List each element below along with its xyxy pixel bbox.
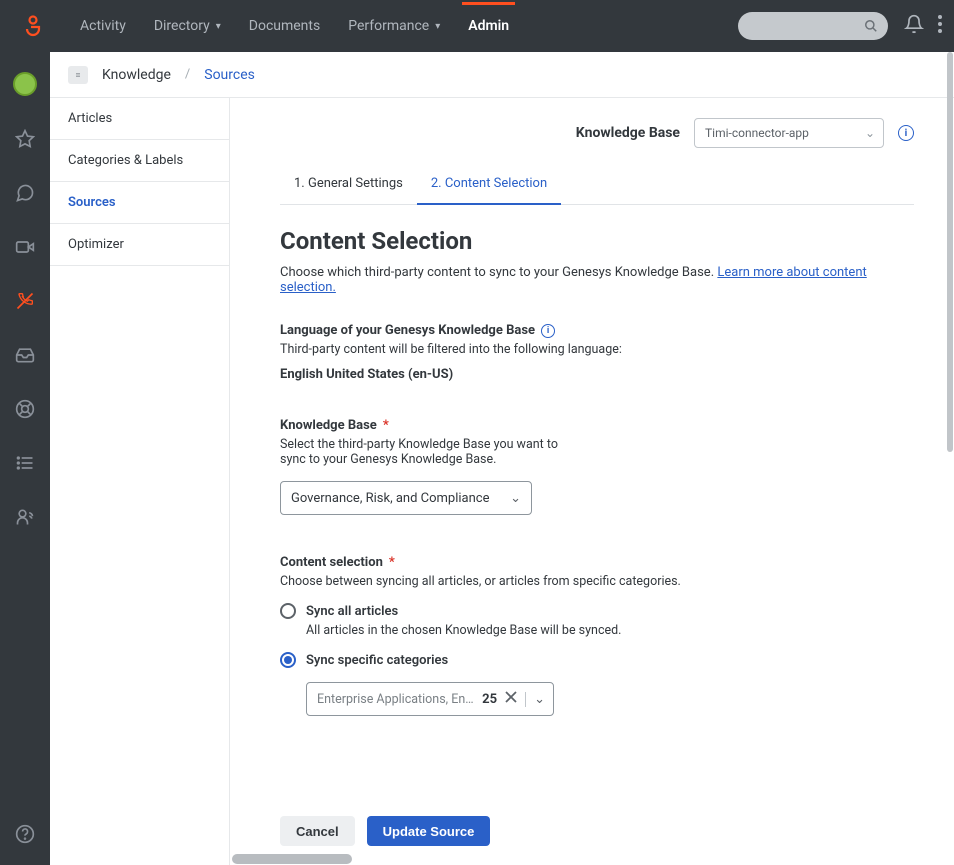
kb-third-party-value: Governance, Risk, and Compliance [291, 491, 490, 506]
page-subtitle: Choose which third-party content to sync… [280, 265, 914, 295]
chevron-down-icon: ⌄ [865, 126, 875, 140]
inbox-icon[interactable] [14, 344, 36, 366]
breadcrumb-current[interactable]: Sources [204, 67, 255, 83]
categories-count: 25 [482, 692, 497, 707]
content-selection-help: Choose between syncing all articles, or … [280, 574, 914, 589]
support-icon[interactable] [14, 398, 36, 420]
content-body: Knowledge Base Timi-connector-app ⌄ i 1.… [230, 98, 954, 865]
menu-toggle-icon[interactable] [68, 66, 88, 84]
nav-admin[interactable]: Admin [454, 2, 523, 50]
wizard-tabs: 1. General Settings 2. Content Selection [280, 166, 914, 205]
radio-icon [280, 603, 296, 619]
radio-sync-all-help: All articles in the chosen Knowledge Bas… [306, 623, 914, 638]
kb-selector-dropdown[interactable]: Timi-connector-app ⌄ [694, 118, 884, 148]
subnav-optimizer[interactable]: Optimizer [50, 224, 229, 266]
kb-selector-value: Timi-connector-app [705, 126, 809, 140]
users-icon[interactable] [14, 506, 36, 528]
top-nav: Activity Directory▾ Documents Performanc… [0, 0, 954, 52]
breadcrumb-root[interactable]: Knowledge [102, 67, 171, 83]
brand-logo-icon[interactable] [20, 13, 46, 39]
subnav-sources[interactable]: Sources [50, 182, 229, 224]
chevron-down-icon: ⌄ [510, 491, 521, 506]
chevron-down-icon: ▾ [216, 21, 221, 32]
categories-value: Enterprise Applications, Enterpris… [317, 692, 476, 707]
kb-selector-label: Knowledge Base [576, 125, 680, 141]
kb-field-help2: sync to your Genesys Knowledge Base. [280, 452, 914, 467]
nav-performance[interactable]: Performance▾ [334, 2, 454, 50]
clear-icon[interactable] [503, 691, 519, 707]
info-icon[interactable]: i [898, 125, 914, 141]
tab-general-settings[interactable]: 1. General Settings [280, 166, 417, 204]
horizontal-scrollbar[interactable] [232, 851, 954, 865]
nav-activity[interactable]: Activity [66, 2, 140, 50]
notifications-icon[interactable] [904, 14, 924, 38]
kb-third-party-dropdown[interactable]: Governance, Risk, and Compliance ⌄ [280, 481, 532, 515]
language-value: English United States (en-US) [280, 367, 914, 382]
breadcrumb: Knowledge / Sources [50, 52, 954, 98]
search-input[interactable] [738, 12, 888, 40]
main-panel: Knowledge / Sources Articles Categories … [50, 52, 954, 865]
language-help: Third-party content will be filtered int… [280, 342, 914, 357]
favorites-icon[interactable] [14, 128, 36, 150]
chevron-down-icon[interactable]: ⌄ [525, 692, 545, 707]
cancel-button[interactable]: Cancel [280, 816, 355, 846]
page-title: Content Selection [280, 227, 914, 255]
radio-sync-categories[interactable]: Sync specific categories [280, 652, 914, 668]
chat-icon[interactable] [14, 182, 36, 204]
update-source-button[interactable]: Update Source [367, 816, 491, 846]
nav-directory[interactable]: Directory▾ [140, 2, 235, 50]
kb-field-help: Select the third-party Knowledge Base yo… [280, 437, 914, 452]
avatar[interactable] [13, 72, 37, 96]
info-icon[interactable]: i [541, 324, 555, 338]
vertical-scrollbar[interactable] [947, 52, 953, 452]
tab-content-selection[interactable]: 2. Content Selection [417, 166, 561, 205]
kebab-menu-icon[interactable] [938, 15, 942, 37]
search-icon [864, 19, 878, 33]
sub-nav: Articles Categories & Labels Sources Opt… [50, 98, 230, 865]
content-selection-label: Content selection* [280, 555, 914, 570]
phone-disabled-icon[interactable] [14, 290, 36, 312]
left-sidebar [0, 52, 50, 865]
radio-sync-all[interactable]: Sync all articles [280, 603, 914, 619]
kb-field-label: Knowledge Base* [280, 418, 914, 433]
categories-multiselect[interactable]: Enterprise Applications, Enterpris… 25 ⌄ [306, 682, 554, 716]
radio-icon [280, 652, 296, 668]
radio-sync-categories-label: Sync specific categories [306, 653, 448, 668]
breadcrumb-separator: / [185, 67, 190, 82]
list-icon[interactable] [14, 452, 36, 474]
chevron-down-icon: ▾ [435, 21, 440, 32]
subnav-articles[interactable]: Articles [50, 98, 229, 140]
subnav-categories-labels[interactable]: Categories & Labels [50, 140, 229, 182]
nav-documents[interactable]: Documents [235, 2, 334, 50]
radio-sync-all-label: Sync all articles [306, 604, 398, 619]
language-label: Language of your Genesys Knowledge Base … [280, 323, 914, 338]
help-icon[interactable] [14, 823, 36, 845]
video-icon[interactable] [14, 236, 36, 258]
